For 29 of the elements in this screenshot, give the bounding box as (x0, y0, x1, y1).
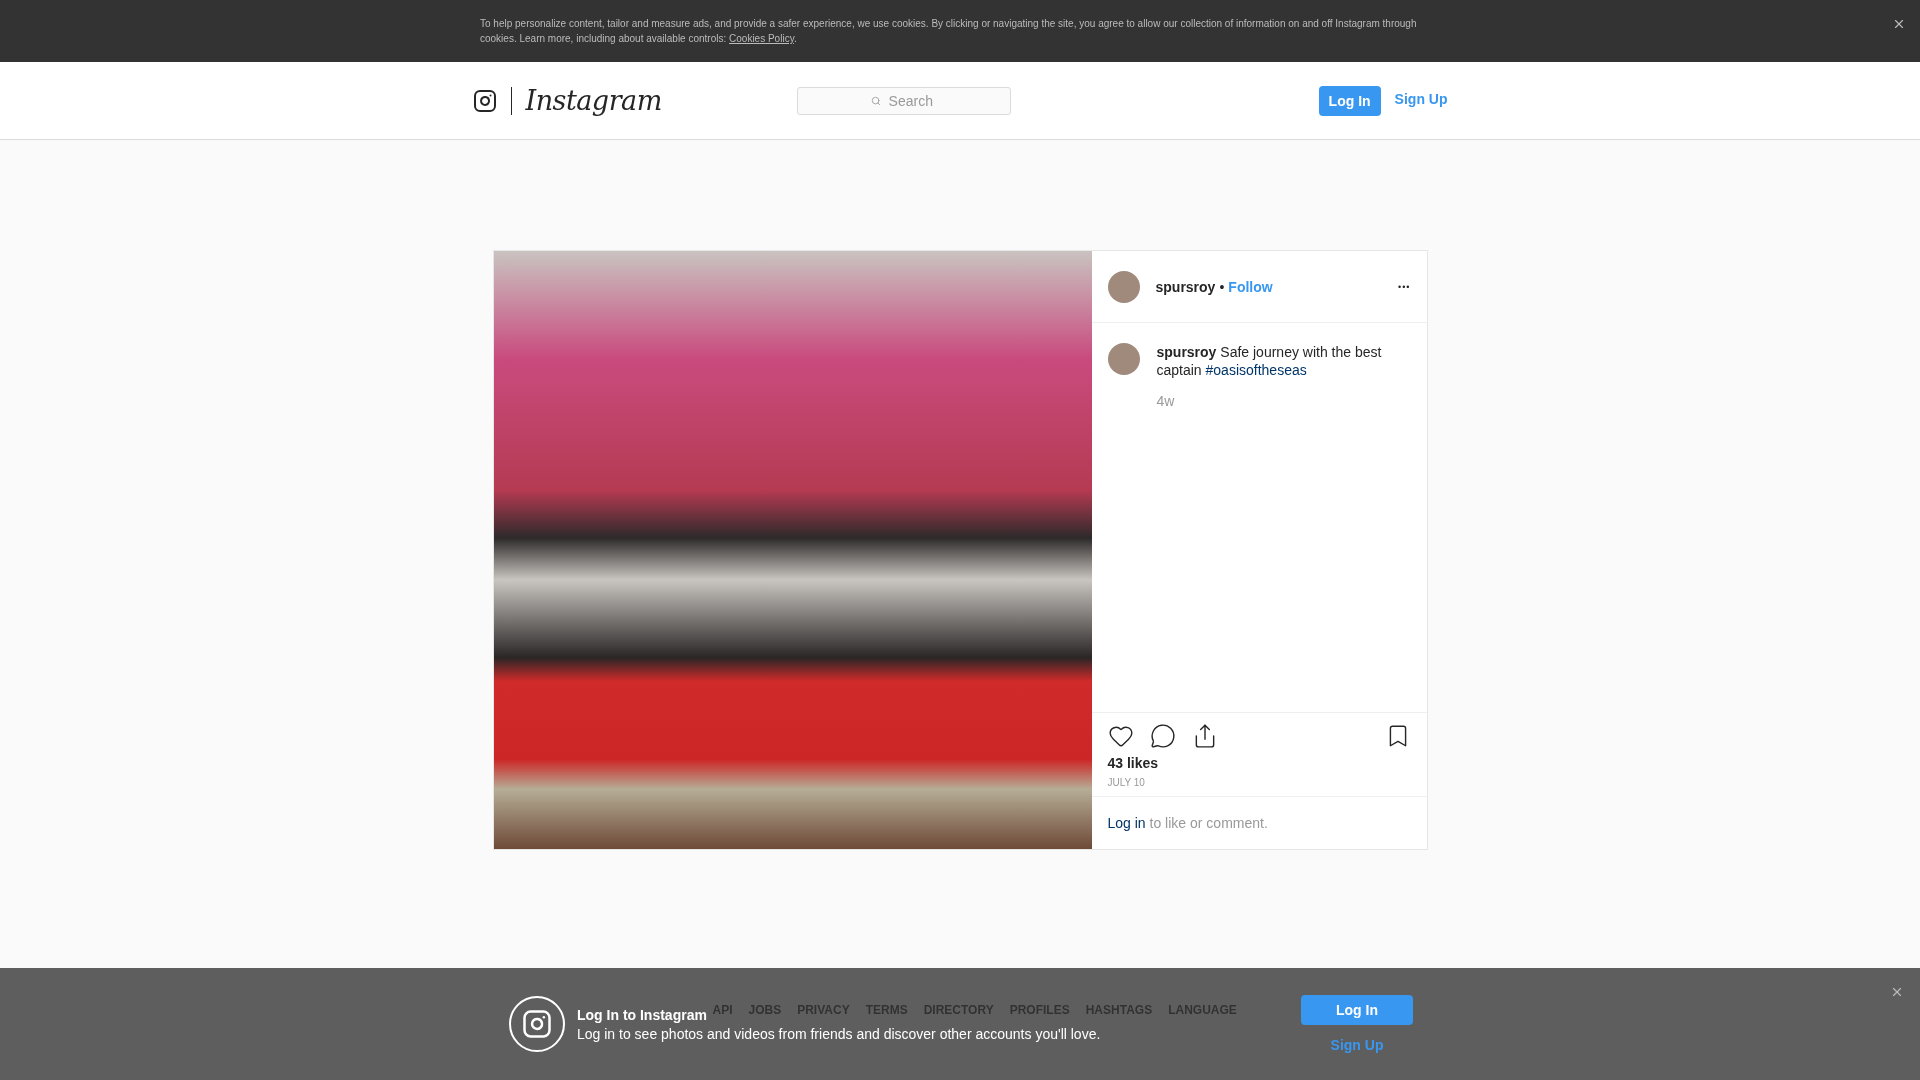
logo[interactable]: Instagram (525, 85, 662, 116)
post-date: JULY 10 (1107, 777, 1146, 788)
post-age: 4w (1156, 393, 1176, 409)
follow-button[interactable]: Follow (1228, 278, 1273, 295)
search-icon (870, 95, 881, 106)
login-prompt-title: Log In to Instagram (577, 1006, 707, 1023)
log-in-link[interactable]: Log in (1107, 815, 1146, 831)
comment-icon[interactable] (1149, 723, 1176, 749)
avatar[interactable] (1107, 343, 1140, 375)
more-options-button[interactable]: ••• (1398, 281, 1411, 292)
close-icon[interactable] (1892, 17, 1906, 31)
separator-dot: • (1219, 278, 1225, 295)
hashtag-link[interactable]: #oasisoftheseas (1205, 362, 1307, 378)
cookie-notice: To help personalize content, tailor and measure ads, and provide a safer experience, we use cookies. By clicking or navigating the site, you agree to allow our collection of information on and off Instagram through cookies. Learn more, including about available controls: Cookies Policy. (480, 17, 1418, 46)
likes-count[interactable]: 43 likes (1107, 755, 1411, 771)
caption-text: spursroy Safe journey with the best captain #oasisoftheseas (1156, 343, 1383, 379)
sign-up-link[interactable]: Sign Up (1394, 90, 1448, 107)
username[interactable]: spursroy (1155, 278, 1216, 295)
log-in-button[interactable]: Log In (1318, 85, 1381, 116)
close-icon[interactable] (1890, 985, 1904, 999)
cookies-policy-link[interactable]: Cookies Policy (729, 33, 794, 44)
log-in-button[interactable]: Log In (1301, 995, 1413, 1025)
comment-prompt: Log in to like or comment. (1091, 796, 1427, 849)
sign-up-link[interactable]: Sign Up (1330, 1037, 1384, 1053)
login-prompt-text: Log in to see photos and videos from friends and discover other accounts you'll love. (577, 1025, 1101, 1042)
camera-icon[interactable] (472, 88, 497, 113)
camera-icon (509, 996, 565, 1052)
search-field[interactable]: Search (796, 86, 1011, 115)
avatar[interactable] (1107, 270, 1140, 303)
